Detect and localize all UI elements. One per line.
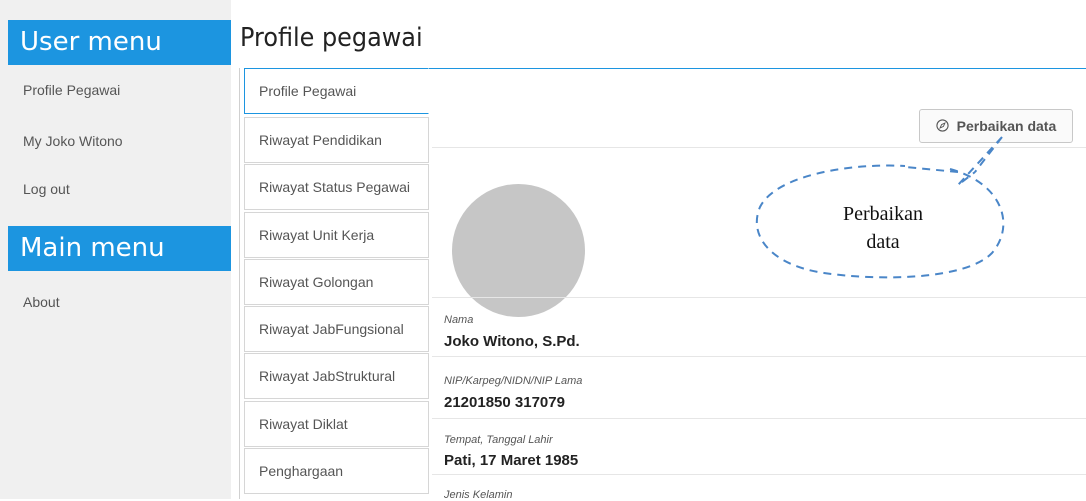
field-value-ttl: Pati, 17 Maret 1985: [444, 452, 579, 469]
tab-riwayat-unit-kerja[interactable]: Riwayat Unit Kerja: [244, 212, 429, 258]
divider: [432, 356, 1086, 357]
divider: [432, 418, 1086, 419]
user-menu-header: User menu: [8, 20, 231, 65]
tab-riwayat-pendidikan[interactable]: Riwayat Pendidikan: [244, 117, 429, 163]
sidebar: User menu Profile Pegawai My Joko Witono…: [0, 0, 231, 499]
panel-top-border: [429, 68, 1086, 69]
field-label-ttl: Tempat, Tanggal Lahir: [444, 434, 553, 446]
tab-riwayat-diklat[interactable]: Riwayat Diklat: [244, 401, 429, 447]
sidebar-item-logout[interactable]: Log out: [23, 181, 70, 197]
tab-riwayat-golongan[interactable]: Riwayat Golongan: [244, 259, 429, 305]
field-label-nip: NIP/Karpeg/NIDN/NIP Lama: [444, 375, 583, 387]
tab-riwayat-jabfungsional[interactable]: Riwayat JabFungsional: [244, 306, 429, 352]
field-label-jenis-kelamin: Jenis Kelamin: [444, 489, 513, 501]
field-label-nama: Nama: [444, 314, 474, 326]
sidebar-item-about[interactable]: About: [23, 294, 60, 310]
edit-data-label: Perbaikan data: [956, 118, 1057, 134]
page-title: Profile pegawai: [240, 23, 423, 53]
content-frame-line: [239, 68, 240, 499]
divider: [432, 297, 1086, 298]
sidebar-item-my-account[interactable]: My Joko Witono: [23, 133, 123, 149]
divider: [432, 474, 1086, 475]
tab-riwayat-jabstruktural[interactable]: Riwayat JabStruktural: [244, 353, 429, 399]
tab-profile-pegawai[interactable]: Profile Pegawai: [244, 68, 429, 114]
callout-line-2: data: [866, 231, 900, 253]
sidebar-item-profile-pegawai[interactable]: Profile Pegawai: [23, 82, 120, 98]
compass-icon: [936, 118, 953, 134]
callout-text: Perbaikan data: [818, 200, 948, 256]
callout-line-1: Perbaikan: [843, 203, 923, 225]
main-menu-header: Main menu: [8, 226, 231, 271]
field-value-nip: 21201850 317079: [444, 394, 565, 411]
field-value-nama: Joko Witono, S.Pd.: [444, 333, 580, 350]
tab-penghargaan[interactable]: Penghargaan: [244, 448, 429, 494]
tab-riwayat-status-pegawai[interactable]: Riwayat Status Pegawai: [244, 164, 429, 210]
